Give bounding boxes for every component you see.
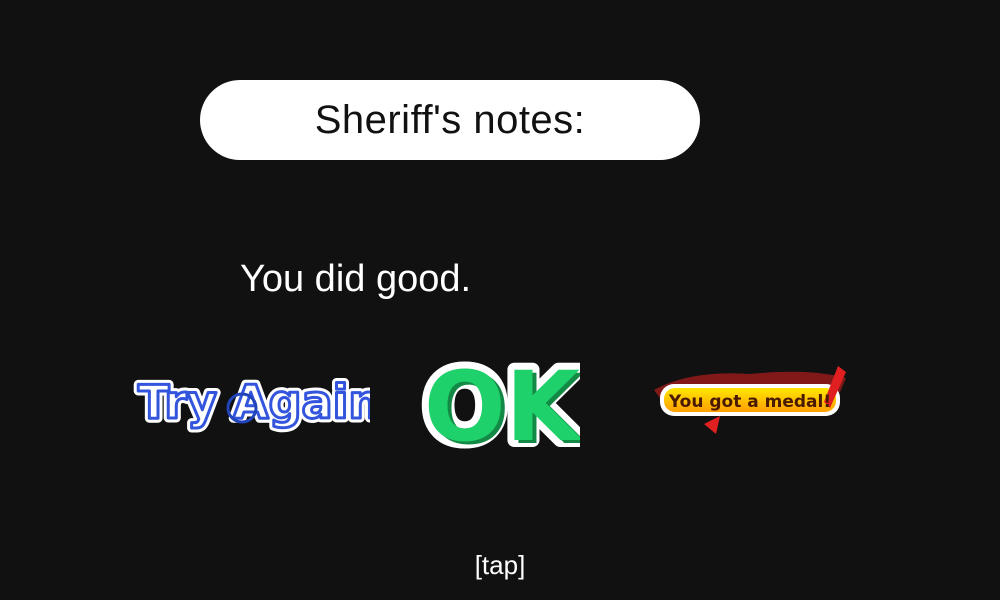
dialog-message: You did good.: [240, 258, 472, 300]
medal-ribbon: [704, 416, 720, 434]
ok-text: OK: [424, 351, 580, 452]
game-screen[interactable]: Sheriff's notes: You did good. Try Again…: [0, 0, 1000, 600]
rating-try-again[interactable]: Try Again Try Again: [130, 360, 386, 440]
dialog-title: Sheriff's notes:: [314, 97, 586, 142]
tap-prompt[interactable]: [tap]: [0, 550, 1000, 581]
rating-medal[interactable]: You got a medal!: [650, 364, 855, 434]
medal-banner: You got a medal!: [654, 366, 846, 434]
try-again-stamp: Try Again Try Again: [134, 371, 386, 434]
rating-ok[interactable]: OK OK OK: [417, 344, 591, 470]
medal-text: You got a medal!: [668, 392, 831, 412]
title-banner: Sheriff's notes:: [200, 80, 700, 160]
ok-stamp: OK OK OK: [417, 344, 591, 470]
